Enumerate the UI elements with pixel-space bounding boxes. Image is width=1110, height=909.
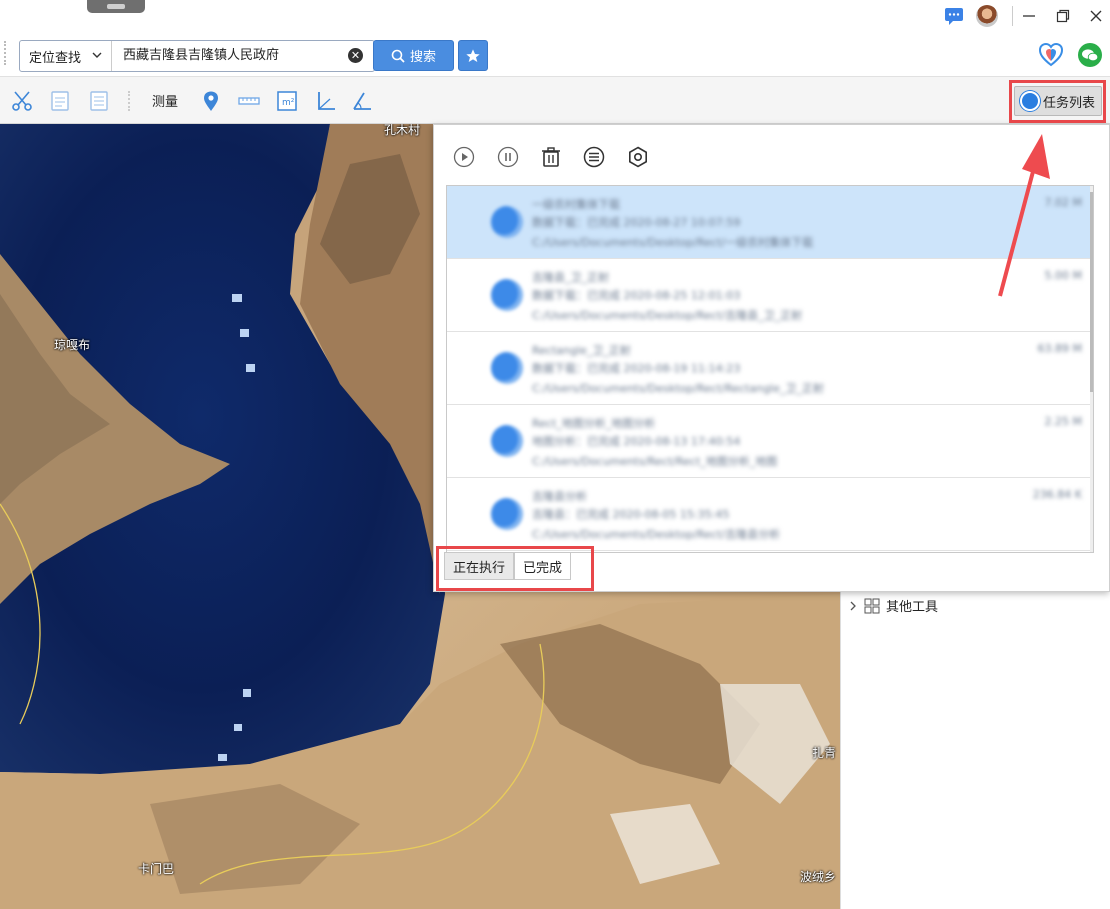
heart-location-icon[interactable] <box>1038 42 1064 68</box>
task-path: C:/Users/Documents/Desktop/Rect/吉隆县_卫_正射 <box>532 309 803 322</box>
favorite-button[interactable] <box>458 40 488 71</box>
title-bar <box>0 0 1110 32</box>
task-path: C:/Users/Documents/Rect/Rect_地图分析_地图 <box>532 455 778 468</box>
chevron-right-icon <box>850 601 856 610</box>
wechat-icon[interactable] <box>1077 42 1103 68</box>
task-status: 吉隆县：已完成 2020-08-05 15:35:45 <box>532 508 730 521</box>
play-icon[interactable] <box>452 145 476 169</box>
ruler-icon[interactable] <box>237 89 261 113</box>
doc-icon[interactable] <box>48 89 72 113</box>
map-label-zhaqing: 扎青 <box>812 746 837 760</box>
task-list-button[interactable]: 任务列表 <box>1014 86 1102 116</box>
task-path: C:/Users/Documents/Desktop/Rect/吉隆县分析 <box>532 528 781 541</box>
task-title: 吉隆县_卫_正射 <box>532 271 609 284</box>
search-mode-label: 定位查找 <box>29 50 82 66</box>
task-file-icon <box>491 206 523 238</box>
search-box: 定位查找 西藏吉隆县吉隆镇人民政府 ✕ <box>19 40 375 72</box>
task-size: 236.84 K <box>1032 488 1082 501</box>
map-label-qiongga: 琼嘎布 <box>54 338 91 352</box>
search-input[interactable]: 西藏吉隆县吉隆镇人民政府 <box>123 41 279 71</box>
search-icon <box>391 49 405 63</box>
tree-item-label: 其他工具 <box>886 600 939 615</box>
pause-icon[interactable] <box>496 145 520 169</box>
drag-handle[interactable] <box>4 41 8 65</box>
chat-icon[interactable] <box>942 4 966 28</box>
minimize-icon[interactable] <box>1017 4 1041 28</box>
task-file-icon <box>491 425 523 457</box>
task-row[interactable]: Rect_地图分析_地图分析 地图分析：已完成 2020-08-13 17:40… <box>447 405 1090 478</box>
close-icon[interactable] <box>1084 4 1108 28</box>
toolbar: 测量 m² 任务列表 <box>0 76 1110 124</box>
svg-text:m²: m² <box>282 98 295 108</box>
angle-icon[interactable] <box>314 89 338 113</box>
app-logo <box>87 0 145 13</box>
search-mode-select[interactable]: 定位查找 <box>20 41 112 71</box>
task-list-button-label: 任务列表 <box>1043 95 1096 111</box>
task-path: C:/Users/Documents/Desktop/Rect/一级农村集体下载 <box>532 236 814 249</box>
map-label-kamenba: 卡门巴 <box>138 862 175 876</box>
task-title: Rect_地图分析_地图分析 <box>532 417 656 430</box>
task-title: 一级农村集体下载 <box>532 198 620 211</box>
task-row[interactable]: Rectangle_卫_正射 数据下载：已完成 2020-08-19 11:14… <box>447 332 1090 405</box>
tools-panel: 其他工具 <box>840 590 1110 909</box>
list-doc-icon[interactable] <box>87 89 111 113</box>
task-status: 数据下载：已完成 2020-08-27 10:07:59 <box>532 216 741 229</box>
task-list-scrollbar[interactable] <box>1090 186 1093 552</box>
task-size: 63.89 M <box>1037 342 1082 355</box>
tab-completed[interactable]: 已完成 <box>514 552 572 580</box>
grid-icon <box>864 598 880 613</box>
task-status: 数据下载：已完成 2020-08-25 12:01:03 <box>532 289 741 302</box>
task-path: C:/Users/Documents/Desktop/Rect/Rectangl… <box>532 382 824 395</box>
search-button[interactable]: 搜索 <box>373 40 454 71</box>
search-button-label: 搜索 <box>409 50 436 65</box>
clear-icon[interactable]: ✕ <box>348 48 363 63</box>
task-row[interactable]: 吉隆县分析 吉隆县：已完成 2020-08-05 15:35:45 C:/Use… <box>447 478 1090 551</box>
map-label-borong: 波绒乡 <box>800 870 837 884</box>
task-file-icon <box>491 498 523 530</box>
task-file-icon <box>491 279 523 311</box>
settings-icon[interactable] <box>626 145 650 169</box>
task-title: Rectangle_卫_正射 <box>532 344 631 357</box>
task-status: 数据下载：已完成 2020-08-19 11:14:23 <box>532 362 741 375</box>
map-label-kongmu: 孔木村 <box>384 124 421 137</box>
area-icon[interactable]: m² <box>275 89 299 113</box>
task-title: 吉隆县分析 <box>532 490 587 503</box>
toolbar-divider <box>128 91 131 111</box>
maximize-icon[interactable] <box>1051 4 1075 28</box>
star-icon <box>466 48 480 62</box>
task-tabs: 正在执行 已完成 <box>444 552 572 584</box>
task-file-icon <box>491 352 523 384</box>
chevron-down-icon <box>91 49 103 65</box>
scissors-icon[interactable] <box>10 89 34 113</box>
measure-label: 测量 <box>152 95 179 110</box>
avatar[interactable] <box>976 5 998 27</box>
location-pin-icon[interactable] <box>199 89 223 113</box>
list-icon[interactable] <box>582 145 606 169</box>
trash-icon[interactable] <box>539 145 563 169</box>
tab-running[interactable]: 正在执行 <box>444 552 515 580</box>
task-list-icon <box>1020 91 1040 111</box>
search-bar: 定位查找 西藏吉隆县吉隆镇人民政府 ✕ 搜索 <box>0 32 1110 76</box>
tree-item-other-tools[interactable]: 其他工具 <box>848 596 938 615</box>
annotation-arrow <box>998 134 1050 297</box>
task-size: 2.25 M <box>1044 415 1082 428</box>
task-status: 地图分析：已完成 2020-08-13 17:40:54 <box>532 435 741 448</box>
azimuth-icon[interactable] <box>350 89 374 113</box>
divider <box>1012 6 1013 26</box>
